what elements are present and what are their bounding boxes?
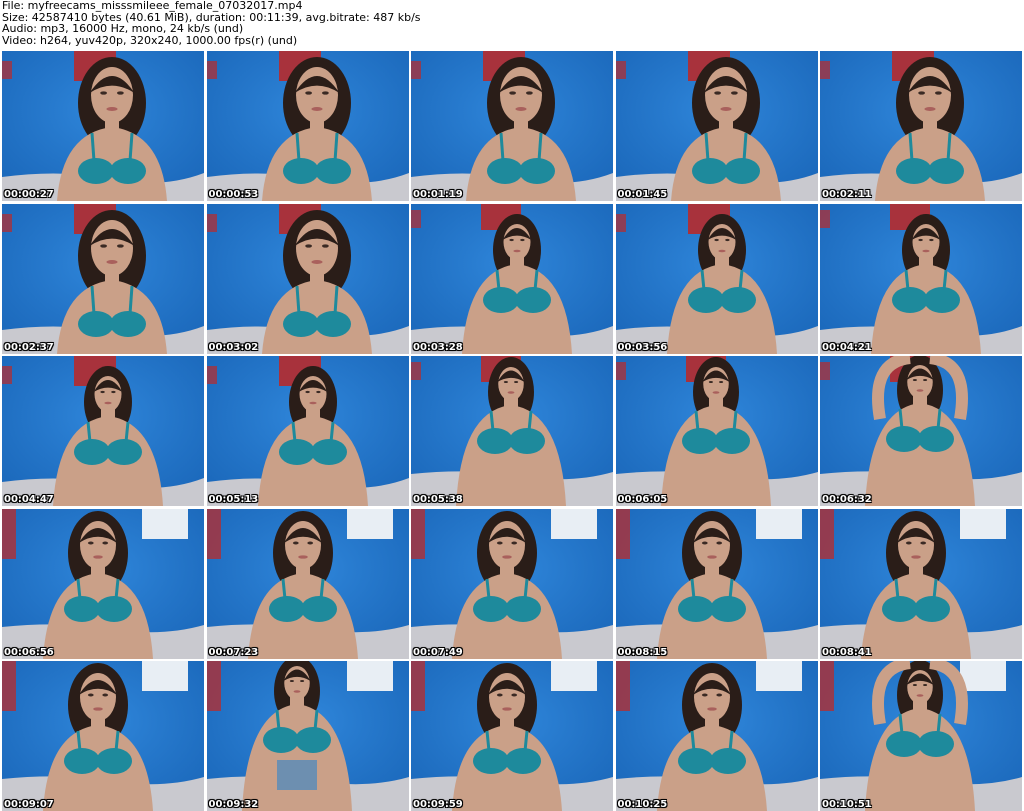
video-thumbnail[interactable]: 00:01:19 (411, 51, 613, 201)
thumbnail-timestamp: 00:01:45 (617, 189, 668, 200)
thumbnail-timestamp: 00:10:51 (822, 799, 872, 810)
video-thumbnail[interactable]: 00:09:32 (206, 661, 409, 811)
video-thumbnail[interactable]: 00:10:51 (820, 661, 1022, 811)
thumbnail-timestamp: 00:06:32 (822, 494, 872, 505)
webcam-frame-image (820, 661, 1022, 811)
video-thumbnail[interactable]: 00:02:11 (820, 51, 1022, 201)
thumbnail-timestamp: 00:03:56 (617, 341, 668, 353)
video-thumbnail[interactable]: 00:08:15 (615, 508, 818, 659)
video-thumbnail[interactable]: 00:06:05 (615, 356, 818, 506)
video-thumbnail[interactable]: 00:01:45 (615, 51, 818, 201)
webcam-frame-image (615, 508, 818, 659)
thumbnail-timestamp: 00:08:41 (822, 646, 872, 658)
file-name-line: File: myfreecams_misssmileee_female_0703… (2, 0, 303, 12)
thumbnail-timestamp: 00:00:53 (208, 189, 259, 200)
webcam-frame-image (206, 203, 409, 354)
video-thumbnail[interactable]: 00:03:56 (615, 203, 818, 354)
webcam-frame-image (411, 51, 613, 201)
video-thumbnail[interactable]: 00:06:56 (2, 508, 204, 659)
video-thumbnail[interactable]: 00:04:21 (820, 203, 1022, 354)
video-thumbnail[interactable]: 00:03:02 (206, 203, 409, 354)
thumbnail-timestamp: 00:09:32 (208, 799, 259, 810)
webcam-frame-image (411, 356, 613, 506)
video-thumbnail[interactable]: 00:02:37 (2, 203, 204, 354)
thumbnail-timestamp: 00:01:19 (413, 189, 463, 200)
audio-info-line: Audio: mp3, 16000 Hz, mono, 24 kb/s (und… (2, 23, 244, 35)
webcam-frame-image (411, 203, 613, 354)
webcam-frame-image (2, 203, 204, 354)
webcam-frame-image (615, 203, 818, 354)
thumbnail-timestamp: 00:07:23 (208, 646, 259, 658)
webcam-frame-image (615, 51, 818, 201)
webcam-frame-image (411, 661, 613, 811)
webcam-frame-image (820, 508, 1022, 659)
video-thumbnail[interactable]: 00:03:28 (411, 203, 613, 354)
video-thumbnail[interactable]: 00:05:13 (206, 356, 409, 506)
thumbnail-timestamp: 00:09:59 (413, 799, 463, 810)
webcam-frame-image (206, 661, 409, 811)
thumbnail-timestamp: 00:07:49 (413, 646, 463, 658)
video-thumbnail[interactable]: 00:10:25 (615, 661, 818, 811)
video-thumbnail[interactable]: 00:00:27 (2, 51, 204, 201)
thumbnail-grid: 00:00:27 00:00:53 00:01:19 00:01:45 00:02:11… (2, 51, 1022, 811)
webcam-frame-image (2, 356, 204, 506)
video-thumbnail[interactable]: 00:06:32 (820, 356, 1022, 506)
video-thumbnail[interactable]: 00:07:23 (206, 508, 409, 659)
webcam-frame-image (206, 508, 409, 659)
thumbnail-timestamp: 00:04:47 (4, 494, 54, 505)
thumbnail-timestamp: 00:03:02 (208, 341, 259, 353)
thumbnail-timestamp: 00:09:07 (4, 799, 54, 810)
video-thumbnail[interactable]: 00:07:49 (411, 508, 613, 659)
webcam-frame-image (820, 356, 1022, 506)
thumbnail-timestamp: 00:05:13 (208, 494, 259, 505)
webcam-frame-image (411, 508, 613, 659)
video-thumbnail[interactable]: 00:08:41 (820, 508, 1022, 659)
thumbnail-timestamp: 00:08:15 (617, 646, 668, 658)
webcam-frame-image (2, 51, 204, 201)
video-thumbnail[interactable]: 00:04:47 (2, 356, 204, 506)
video-thumbnail[interactable]: 00:09:59 (411, 661, 613, 811)
thumbnail-timestamp: 00:03:28 (413, 341, 463, 353)
video-thumbnail[interactable]: 00:00:53 (206, 51, 409, 201)
webcam-frame-image (820, 203, 1022, 354)
webcam-frame-image (615, 356, 818, 506)
thumbnail-timestamp: 00:02:37 (4, 341, 54, 353)
webcam-frame-image (820, 51, 1022, 201)
thumbnail-timestamp: 00:06:56 (4, 646, 54, 658)
thumbnail-timestamp: 00:06:05 (617, 494, 668, 505)
webcam-frame-image (615, 661, 818, 811)
thumbnail-timestamp: 00:02:11 (822, 189, 872, 200)
thumbnail-timestamp: 00:00:27 (4, 189, 54, 200)
webcam-frame-image (206, 51, 409, 201)
file-size-line: Size: 42587410 bytes (40.61 MiB), durati… (2, 11, 421, 23)
file-info-header: File: myfreecams_misssmileee_female_0703… (2, 0, 1022, 50)
webcam-frame-image (2, 661, 204, 811)
webcam-frame-image (2, 508, 204, 659)
thumbnail-timestamp: 00:10:25 (617, 799, 668, 810)
thumbnail-timestamp: 00:04:21 (822, 341, 872, 353)
video-thumbnail[interactable]: 00:05:38 (411, 356, 613, 506)
webcam-frame-image (206, 356, 409, 506)
thumbnail-timestamp: 00:05:38 (413, 494, 463, 505)
video-info-line: Video: h264, yuv420p, 320x240, 1000.00 f… (2, 34, 298, 46)
video-thumbnail[interactable]: 00:09:07 (2, 661, 204, 811)
